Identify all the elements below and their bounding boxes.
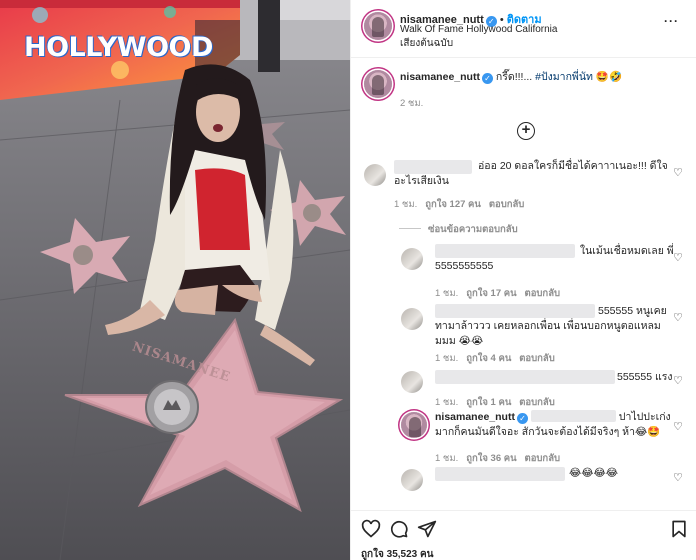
like-heart-icon[interactable] [361,519,381,539]
commenter-avatar[interactable] [401,308,423,330]
caption-text: nisamanee_nutt ✓ กรี๊ด!!!... #ปังมากพี่นั… [400,70,685,85]
comment-meta: 1 ชม. ถูกใจ 4 คน ตอบกลับ [435,351,555,366]
like-comment-heart-icon[interactable]: ♡ [673,251,683,264]
comment-time: 1 ชม. [435,288,459,299]
comment-text: 😂😂😂😂 [569,467,619,479]
post-photo: HOLLYWOOD NISAMANEE [0,0,350,560]
location-link[interactable]: Walk Of Fame Hollywood California [400,24,557,35]
like-comment-heart-icon[interactable]: ♡ [673,166,683,179]
comment-time: 1 ชม. [394,199,418,210]
like-comment-heart-icon[interactable]: ♡ [673,420,683,433]
comment-likes[interactable]: ถูกใจ 17 คน [466,288,516,299]
likes-count[interactable]: ถูกใจ 35,523 คน [361,547,434,560]
commenter-avatar[interactable] [401,248,423,270]
photo-scene [0,0,350,560]
caption-hashtag[interactable]: #ปังมากพี่นัท [535,71,593,83]
caption-body: กรี๊ด!!!... [495,71,536,83]
audio-link[interactable]: เสียงต้นฉบับ [400,36,453,51]
author-avatar[interactable] [364,12,392,40]
author-reply-username[interactable]: nisamanee_nutt [435,411,515,423]
verified-badge-icon: ✓ [516,413,528,424]
load-more-comments-button[interactable]: + [517,122,535,140]
comments-scroll[interactable]: nisamanee_nutt ✓ กรี๊ด!!!... #ปังมากพี่นั… [351,58,696,510]
hide-replies-line [399,228,421,229]
more-options-icon[interactable]: ··· [664,14,679,28]
comment-likes[interactable]: ถูกใจ 1 คน [466,397,511,408]
comment-time: 1 ชม. [435,397,459,408]
author-reply-avatar[interactable] [401,412,427,438]
comment-bubble-icon[interactable] [389,519,409,539]
comment-time: 1 ชม. [435,353,459,364]
comment-text: 555555 แรง [617,371,673,383]
comment-meta: 1 ชม. ถูกใจ 17 คน ตอบกลับ [435,286,560,301]
author-reply: nisamanee_nutt ✓ ปาไปปะเก่งมากก็คนมันดีใจ… [435,410,675,440]
commenter-avatar[interactable] [364,164,386,186]
commenter-avatar[interactable] [401,469,423,491]
comment-reply-button[interactable]: ตอบกลับ [519,397,555,408]
caption-emoji: 🤩🤣 [595,71,623,83]
comment-reply-button[interactable]: ตอบกลับ [489,199,525,210]
like-comment-heart-icon[interactable]: ♡ [673,311,683,324]
like-comment-heart-icon[interactable]: ♡ [673,471,683,484]
comment-meta: 1 ชม. ถูกใจ 36 คน ตอบกลับ [435,451,560,466]
comment-text: 555555 หนูเคยทามาล้าววว เคยหลอกเพื่อน เพ… [435,305,667,347]
comment-reply-button[interactable]: ตอบกลับ [525,288,561,299]
caption-username[interactable]: nisamanee_nutt [400,71,480,83]
comment-likes[interactable]: ถูกใจ 36 คน [466,453,516,464]
commenter-avatar[interactable] [401,371,423,393]
verified-badge-icon: ✓ [481,73,493,84]
caption-avatar[interactable] [364,70,392,98]
bookmark-icon[interactable] [669,519,689,539]
hide-replies-button[interactable]: ซ่อนข้อความตอบกลับ [428,222,518,237]
comment-reply-button[interactable]: ตอบกลับ [525,453,561,464]
comment-likes[interactable]: ถูกใจ 4 คน [466,353,511,364]
comment-reply-button[interactable]: ตอบกลับ [519,353,555,364]
post-header: nisamanee_nutt ✓ • ติดตาม Walk Of Fame Ho… [351,0,696,58]
comment-likes[interactable]: ถูกใจ 127 คน [425,199,481,210]
comment-text: ในเม้นเชื่อหมดเลย พี่ 5555555555 [435,245,674,272]
comment-meta: 1 ชม. ถูกใจ 127 คน ตอบกลับ [394,197,524,212]
share-send-icon[interactable] [417,519,437,539]
caption-time: 2 ชม. [400,98,424,109]
like-comment-heart-icon[interactable]: ♡ [673,374,683,387]
comment-text: อ่ออ 20 ดอลใครก็มีชื่อได้คาาาเนอะ!!! ดีใ… [394,160,668,187]
bus-sign-text: HOLLYWOOD [24,32,213,63]
post-actions: ถูกใจ 35,523 คน [351,510,696,560]
comment-time: 1 ชม. [435,453,459,464]
comment-meta: 1 ชม. ถูกใจ 1 คน ตอบกลับ [435,395,555,410]
post-sidebar: nisamanee_nutt ✓ • ติดตาม Walk Of Fame Ho… [350,0,696,560]
blurred-mention [530,410,616,422]
